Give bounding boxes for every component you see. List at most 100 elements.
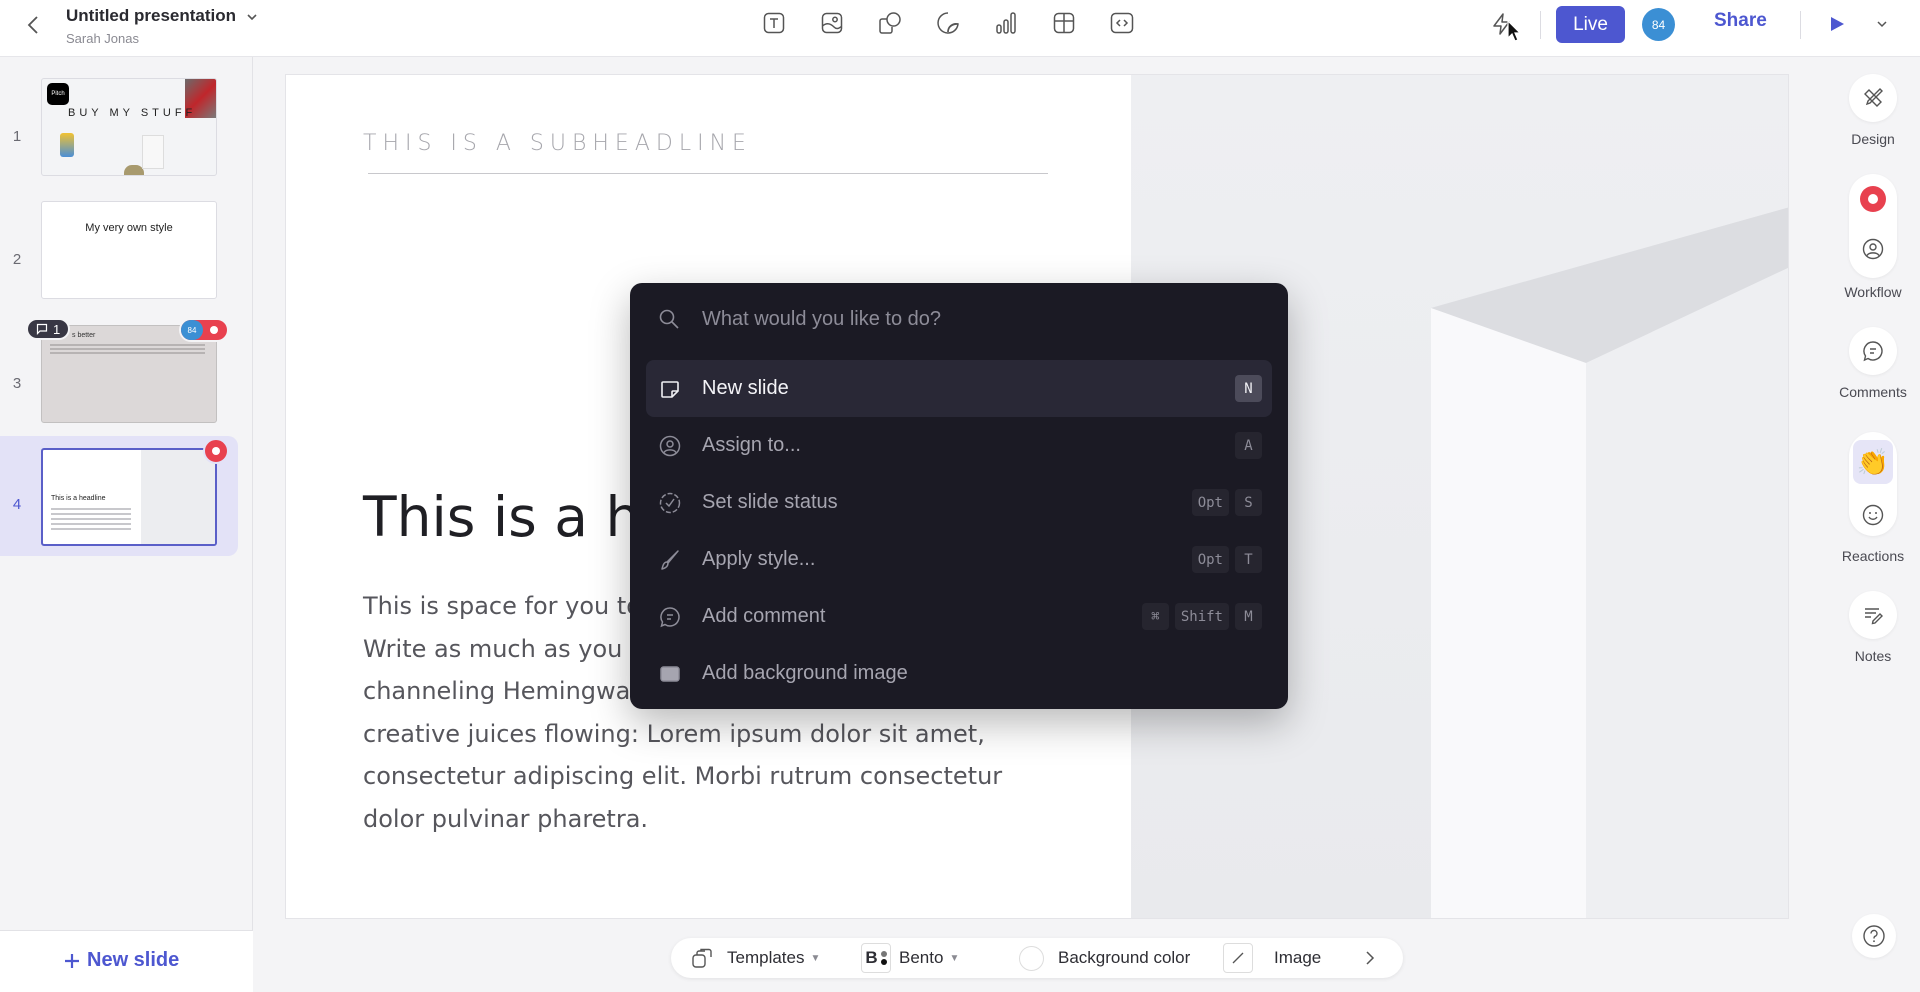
templates-button[interactable]: Templates ▼ [691, 938, 820, 978]
command-search-input[interactable] [702, 307, 1242, 331]
command-add-background-image[interactable]: Add background image [646, 645, 1272, 702]
help-button[interactable] [1852, 914, 1896, 958]
chair-illustration [124, 165, 144, 175]
key: A [1235, 432, 1262, 459]
body-line: creative juices flowing: Lorem ipsum dol… [363, 719, 985, 748]
quick-actions-button[interactable] [1490, 12, 1514, 36]
image-label: Image [1274, 948, 1322, 967]
back-button[interactable] [22, 12, 44, 38]
design-panel-button[interactable] [1849, 74, 1897, 122]
toolbar-more-button[interactable] [1364, 938, 1376, 978]
present-button[interactable] [1825, 12, 1849, 36]
slide-thumbnail-4[interactable]: 4 This is a headline [0, 436, 238, 556]
presentation-title[interactable]: Untitled presentation [66, 6, 236, 26]
theme-badge: B [861, 943, 891, 973]
slide-number: 4 [12, 496, 22, 513]
theme-badge-letter: B [865, 948, 878, 967]
command-apply-style[interactable]: Apply style... Opt T [646, 531, 1272, 588]
shapes-icon [879, 12, 901, 34]
command-new-slide[interactable]: New slide N [646, 360, 1272, 417]
background-color-button[interactable]: Background color [1019, 938, 1190, 978]
comment-count-badge[interactable]: 1 [26, 318, 71, 340]
shortcut-keys: Opt S [1191, 489, 1262, 516]
key: Opt [1191, 546, 1229, 573]
insert-image-button[interactable] [820, 11, 844, 35]
key: S [1235, 489, 1262, 516]
chart-icon [996, 12, 1016, 34]
thumb-body-lines [51, 508, 131, 510]
slide-subheadline[interactable]: THIS IS A SUBHEADLINE [363, 131, 752, 156]
image-icon [821, 12, 843, 34]
key: Shift [1174, 603, 1229, 630]
shortcut-keys: ⌘ Shift M [1141, 603, 1262, 630]
user-circle-icon [1862, 238, 1884, 260]
slide-status-button[interactable] [1860, 186, 1886, 212]
notes-panel-button[interactable] [1849, 591, 1897, 639]
add-reaction-button[interactable] [1862, 504, 1884, 526]
title-menu-button[interactable] [244, 9, 260, 25]
status-dot-icon [212, 447, 220, 455]
key: Opt [1191, 489, 1229, 516]
chevron-down-icon [247, 14, 257, 21]
insert-embed-button[interactable] [1110, 11, 1134, 35]
present-options-button[interactable] [1872, 14, 1892, 34]
presentation-owner: Sarah Jonas [66, 31, 139, 46]
clap-reaction-button[interactable]: 👏 [1853, 440, 1893, 484]
status-dot-icon [1868, 194, 1878, 204]
command-add-comment[interactable]: Add comment ⌘ Shift M [646, 588, 1272, 645]
comments-panel-button[interactable] [1849, 327, 1897, 375]
user-avatar[interactable]: 84 [1642, 8, 1675, 41]
thumb-title: My very own style [85, 222, 173, 234]
status-badge[interactable]: 84 [179, 318, 229, 342]
live-button[interactable]: Live [1556, 6, 1625, 43]
chevron-right-icon [1366, 951, 1375, 965]
command-label: Assign to... [702, 434, 801, 456]
insert-shape-button[interactable] [878, 11, 902, 35]
new-slide-icon [658, 377, 682, 401]
slide-thumbnail-3[interactable]: 3 s better 1 84 [0, 315, 238, 435]
slide-format-toolbar: Templates ▼ B Bento ▼ Background color I… [671, 938, 1403, 978]
share-button[interactable]: Share [1700, 10, 1781, 32]
smiley-icon [1862, 504, 1884, 526]
key: T [1235, 546, 1262, 573]
command-label: Add comment [702, 605, 826, 627]
slide-number: 3 [12, 375, 22, 392]
subheadline-divider [368, 173, 1048, 174]
embed-code-icon [1110, 12, 1134, 34]
top-bar: Untitled presentation Sarah Jonas Live 8… [0, 0, 1920, 57]
user-circle-icon [658, 434, 682, 458]
new-slide-button[interactable]: New slide [63, 949, 179, 972]
chevron-down-icon [1877, 21, 1887, 28]
command-palette: New slide N Assign to... A Set slide sta… [630, 283, 1288, 709]
reactions-label: Reactions [1841, 548, 1905, 564]
insert-chart-button[interactable] [994, 11, 1018, 35]
slide-thumbnail-1[interactable]: 1 Pitch BUY MY STUFF [0, 68, 238, 188]
slide-thumbnail-2[interactable]: 2 My very own style [0, 191, 238, 311]
chevron-left-icon [27, 16, 38, 34]
comment-icon [36, 323, 48, 335]
brush-icon [658, 548, 682, 572]
slides-sidebar: 1 Pitch BUY MY STUFF 2 My very own style… [0, 57, 253, 992]
thumb-body-lines [50, 344, 205, 346]
insert-sticker-button[interactable] [936, 11, 960, 35]
command-label: New slide [702, 377, 789, 399]
sidebar-footer: New slide [0, 930, 253, 992]
status-badge[interactable] [203, 438, 229, 464]
insert-table-button[interactable] [1052, 11, 1076, 35]
color-swatch [1019, 945, 1044, 971]
toolbar-divider [1800, 11, 1801, 39]
command-assign-to[interactable]: Assign to... A [646, 417, 1272, 474]
thumb-title: s better [72, 332, 96, 339]
background-image-icon [658, 662, 682, 686]
body-line: dolor pulvinar pharetra. [363, 804, 649, 833]
background-image-button[interactable]: Image [1223, 938, 1321, 978]
design-tools-icon [1864, 88, 1883, 107]
background-color-label: Background color [1058, 948, 1191, 967]
command-set-slide-status[interactable]: Set slide status Opt S [646, 474, 1272, 531]
assign-button[interactable] [1862, 238, 1884, 260]
thumb-title: This is a headline [51, 495, 106, 502]
insert-text-button[interactable] [762, 11, 786, 35]
theme-selector[interactable]: B Bento ▼ [861, 938, 959, 978]
slide-number: 2 [12, 251, 22, 268]
shortcut-keys: Opt T [1191, 546, 1262, 573]
